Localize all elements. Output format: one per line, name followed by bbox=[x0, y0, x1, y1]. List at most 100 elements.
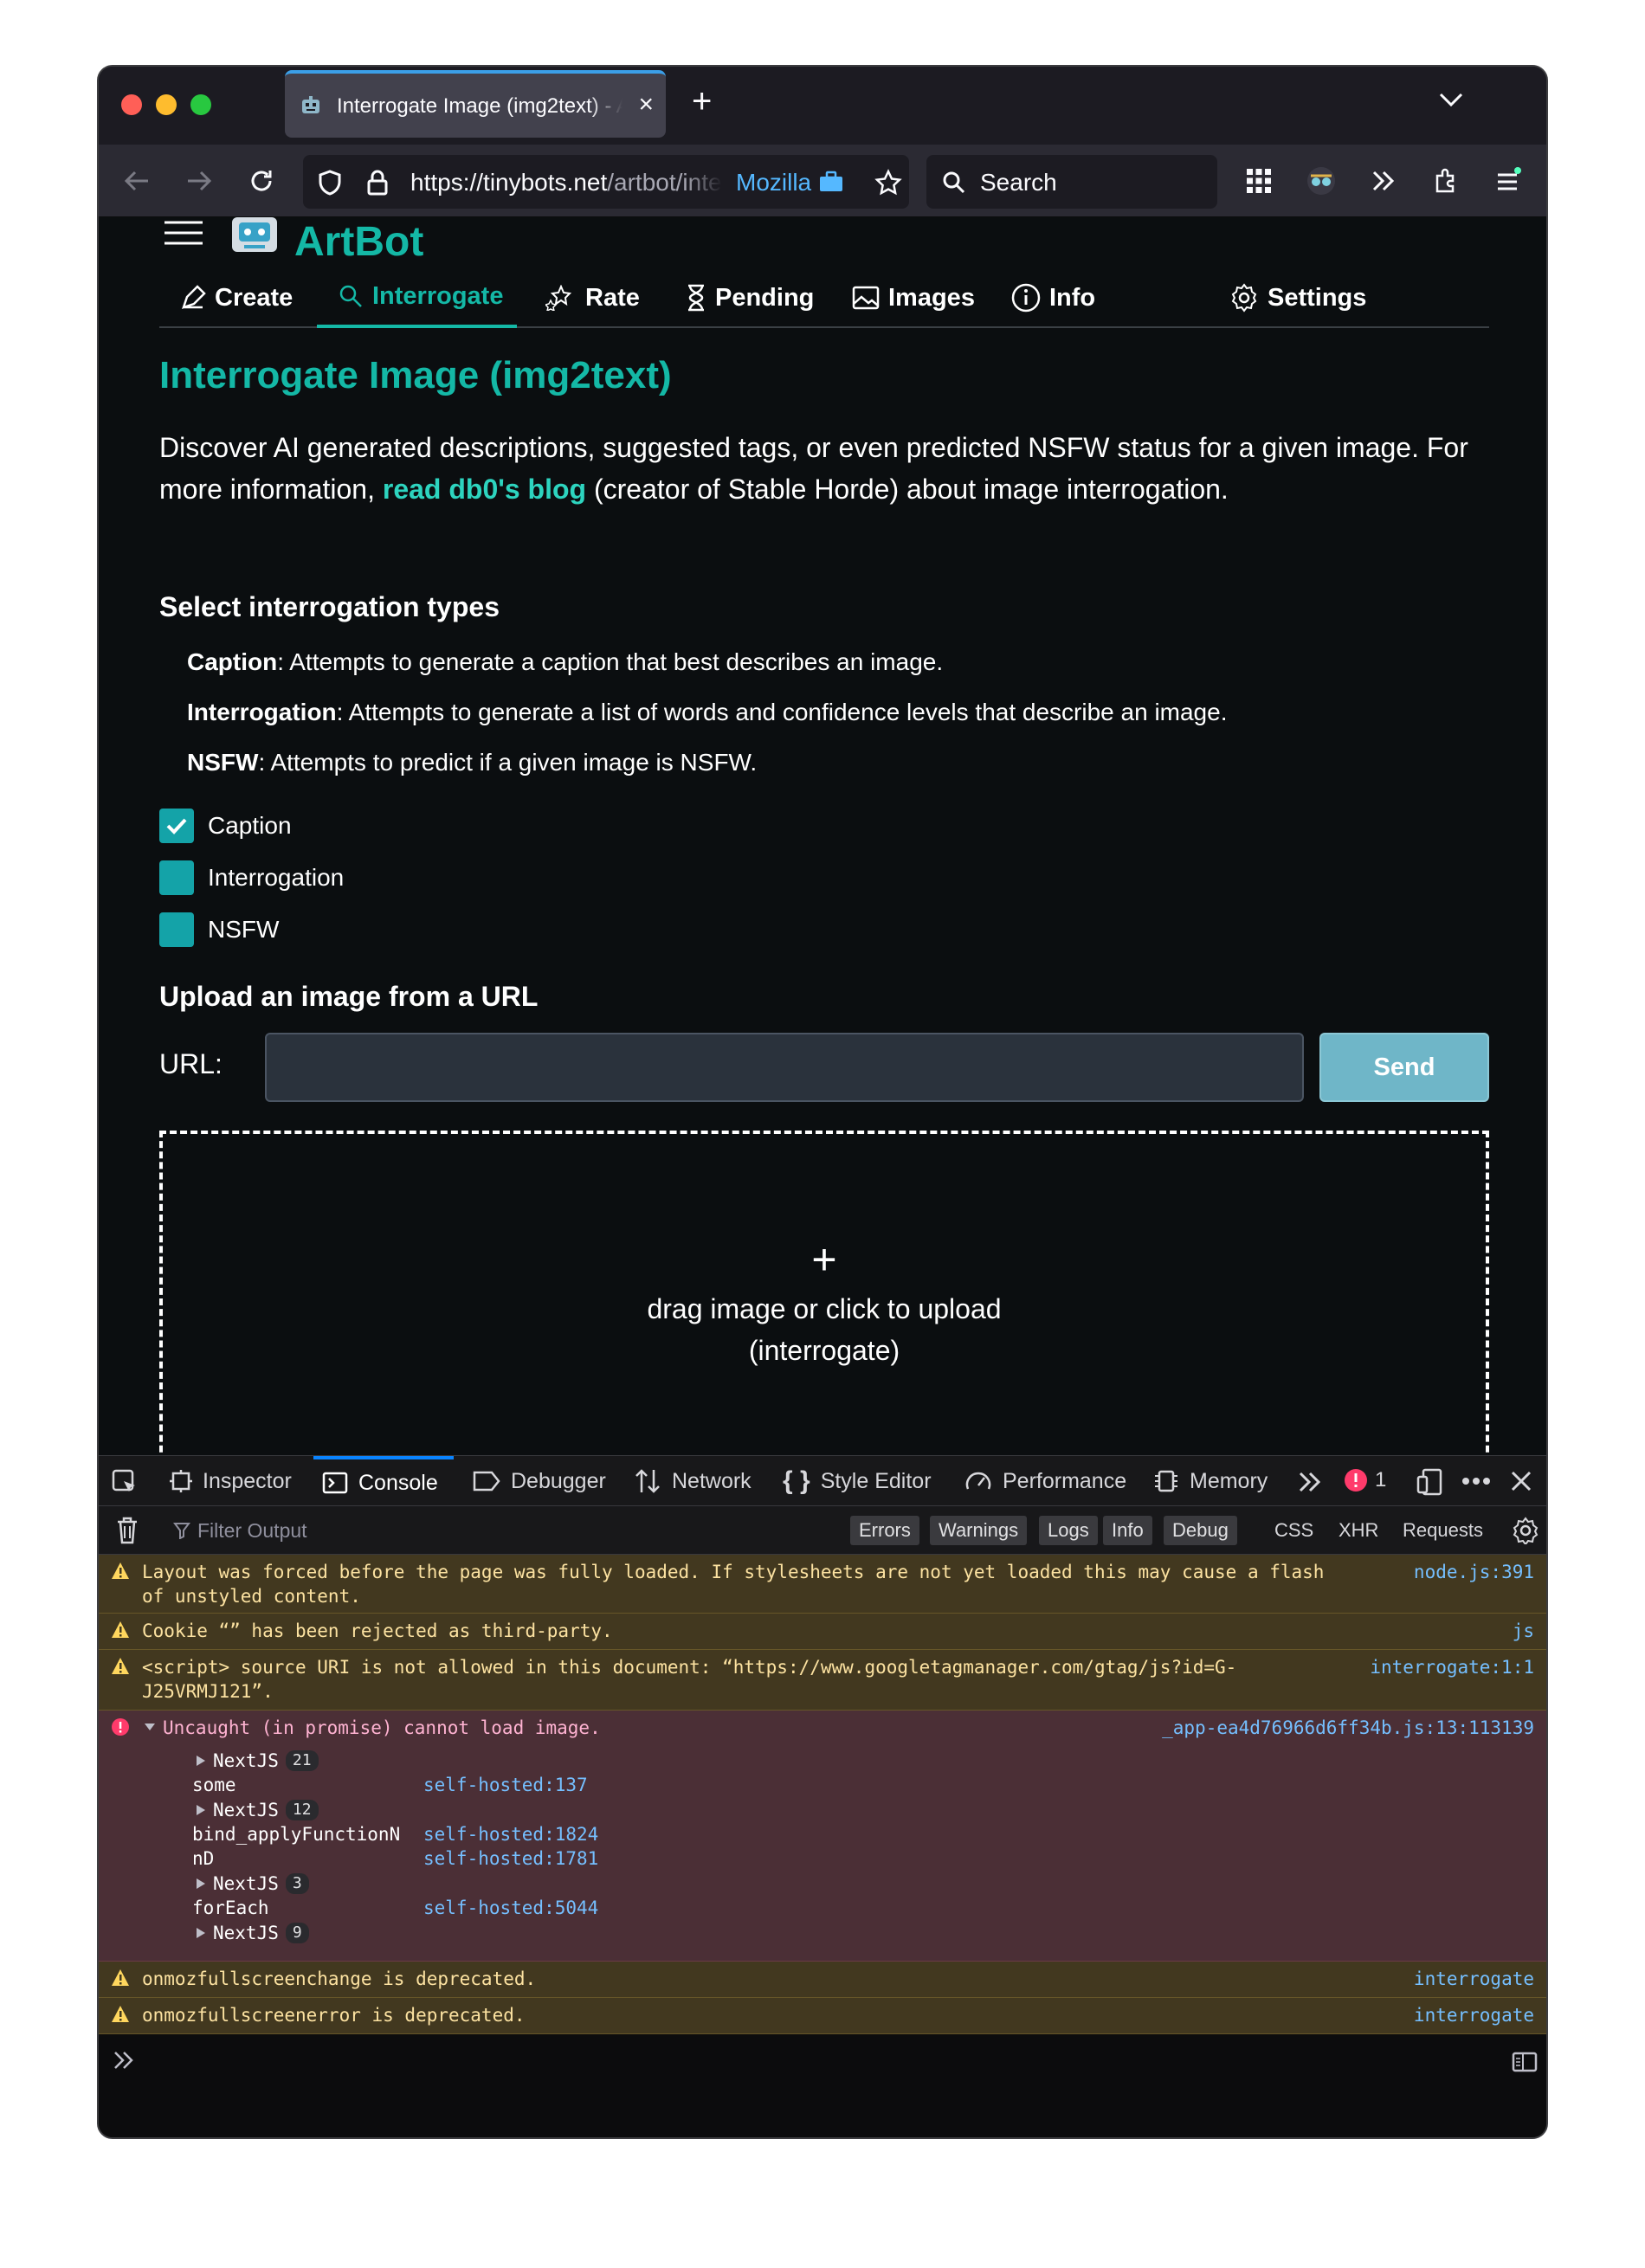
stack-group[interactable]: NextJS 3 bbox=[196, 1872, 309, 1896]
nav-images[interactable]: Images bbox=[852, 267, 975, 328]
nav-pending[interactable]: Pending bbox=[686, 267, 814, 328]
message-source-link[interactable]: interrogate bbox=[1414, 2003, 1534, 2027]
element-picker-icon[interactable] bbox=[111, 1468, 139, 1496]
overflow-menu-button[interactable] bbox=[1366, 164, 1401, 198]
stack-location-link[interactable]: self-hosted:5044 bbox=[423, 1896, 598, 1920]
close-window-button[interactable] bbox=[121, 94, 142, 115]
nav-settings[interactable]: Settings bbox=[1229, 267, 1366, 328]
message-source-link[interactable]: interrogate bbox=[1414, 1967, 1534, 1991]
devtools-tab-debugger[interactable]: Debugger bbox=[473, 1456, 606, 1506]
message-source-link[interactable]: js bbox=[1513, 1619, 1534, 1643]
nav-rate[interactable]: Rate bbox=[545, 267, 640, 328]
nav-create[interactable]: Create bbox=[180, 267, 293, 328]
close-tab-icon[interactable]: × bbox=[638, 87, 654, 122]
minimize-window-button[interactable] bbox=[156, 94, 177, 115]
filter-debug[interactable]: Debug bbox=[1164, 1516, 1237, 1545]
stack-group[interactable]: NextJS 21 bbox=[196, 1749, 319, 1773]
hamburger-menu-icon[interactable] bbox=[164, 219, 203, 247]
stack-location-link[interactable]: self-hosted:137 bbox=[423, 1773, 588, 1797]
stack-group[interactable]: NextJS 12 bbox=[196, 1798, 319, 1822]
error-count-badge[interactable]: 1 bbox=[1344, 1468, 1386, 1492]
back-button[interactable] bbox=[119, 164, 154, 198]
console-prompt-icon[interactable] bbox=[113, 2050, 137, 2071]
extensions-button[interactable] bbox=[1429, 164, 1463, 198]
filter-logs[interactable]: Logs bbox=[1039, 1516, 1098, 1545]
nav-interrogate-label: Interrogate bbox=[372, 281, 504, 310]
blog-link[interactable]: read db0's blog bbox=[383, 474, 586, 505]
brand-name[interactable]: ArtBot bbox=[294, 221, 423, 264]
app-menu-button[interactable] bbox=[1491, 164, 1526, 198]
address-bar[interactable]: https://tinybots.net/artbot/interrogate … bbox=[303, 155, 909, 209]
new-tab-button[interactable]: + bbox=[692, 84, 712, 119]
double-chevron-right-icon[interactable] bbox=[1297, 1470, 1323, 1494]
devtools-tab-performance[interactable]: Performance bbox=[964, 1456, 1126, 1506]
filter-requests[interactable]: Requests bbox=[1403, 1519, 1483, 1542]
devtools-tab-console[interactable]: Console bbox=[313, 1456, 454, 1506]
close-icon[interactable] bbox=[1510, 1470, 1532, 1492]
reload-icon bbox=[251, 171, 272, 191]
checkbox-interrogation-box[interactable] bbox=[159, 860, 194, 895]
checkbox-caption-box[interactable] bbox=[159, 809, 194, 843]
checkmark-icon bbox=[166, 818, 187, 834]
apps-grid-button[interactable] bbox=[1242, 164, 1276, 198]
message-source-link[interactable]: interrogate:1:1 bbox=[1370, 1655, 1534, 1679]
search-box[interactable]: Search bbox=[926, 155, 1217, 209]
nav-interrogate[interactable]: Interrogate bbox=[317, 267, 518, 328]
star-bookmark-icon[interactable] bbox=[874, 169, 902, 197]
search-icon bbox=[339, 285, 362, 307]
robot-logo-icon bbox=[232, 217, 277, 252]
triangle-expanded-icon[interactable] bbox=[144, 1723, 156, 1731]
lock-icon[interactable] bbox=[365, 169, 390, 197]
checkbox-nsfw[interactable]: NSFW bbox=[159, 912, 279, 947]
filter-warnings[interactable]: Warnings bbox=[930, 1516, 1028, 1545]
reload-button[interactable] bbox=[244, 164, 279, 198]
devtools-tab-inspector[interactable]: Inspector bbox=[170, 1456, 292, 1506]
devtools-tab-style-editor[interactable]: { } Style Editor bbox=[783, 1456, 932, 1506]
filter-xhr[interactable]: XHR bbox=[1339, 1519, 1378, 1542]
checkbox-caption[interactable]: Caption bbox=[159, 809, 292, 843]
chevron-down-icon[interactable] bbox=[1437, 89, 1465, 110]
inspector-icon bbox=[170, 1470, 192, 1492]
warning-icon bbox=[112, 1621, 129, 1638]
nav-settings-label: Settings bbox=[1268, 283, 1367, 312]
stack-location-link[interactable]: self-hosted:1781 bbox=[423, 1846, 598, 1871]
send-button[interactable]: Send bbox=[1319, 1033, 1489, 1102]
nav-info[interactable]: Info bbox=[1011, 267, 1095, 328]
editor-mode-icon[interactable] bbox=[1512, 2052, 1538, 2072]
tab-label: Network bbox=[672, 1468, 752, 1493]
devtools-tab-memory[interactable]: Memory bbox=[1153, 1456, 1268, 1506]
definition-interrogation: Interrogation: Attempts to generate a li… bbox=[187, 699, 1227, 726]
triangle-collapsed-icon bbox=[197, 1878, 205, 1889]
zoom-window-button[interactable] bbox=[190, 94, 211, 115]
message-source-link[interactable]: _app-ea4d76966d6ff34b.js:13:113139 bbox=[1162, 1716, 1534, 1740]
stack-group[interactable]: NextJS 9 bbox=[196, 1921, 309, 1945]
message-source-link[interactable]: node.js:391 bbox=[1414, 1560, 1534, 1584]
filter-errors[interactable]: Errors bbox=[850, 1516, 919, 1545]
mozilla-badge[interactable]: Mozilla bbox=[736, 169, 844, 197]
more-options-icon[interactable] bbox=[1461, 1477, 1491, 1485]
url-input[interactable] bbox=[265, 1033, 1304, 1102]
trash-icon[interactable] bbox=[116, 1517, 139, 1544]
checkbox-nsfw-box[interactable] bbox=[159, 912, 194, 947]
filter-info[interactable]: Info bbox=[1103, 1516, 1152, 1545]
account-button[interactable] bbox=[1304, 164, 1339, 198]
responsive-design-icon[interactable] bbox=[1416, 1468, 1444, 1496]
stack-group-count: 21 bbox=[285, 1750, 319, 1771]
checkbox-interrogation[interactable]: Interrogation bbox=[159, 860, 344, 895]
warning-icon bbox=[112, 2006, 129, 2022]
private-mask-icon bbox=[1307, 167, 1335, 195]
url-text[interactable]: https://tinybots.net/artbot/interrogate bbox=[410, 169, 722, 197]
devtools-tab-network[interactable]: Network bbox=[634, 1456, 752, 1506]
shield-icon[interactable] bbox=[317, 169, 343, 197]
stack-location-link[interactable]: self-hosted:1824 bbox=[423, 1822, 598, 1846]
stars-icon bbox=[545, 285, 572, 311]
filter-output-input[interactable]: Filter Output bbox=[197, 1519, 307, 1543]
triangle-collapsed-icon bbox=[197, 1928, 205, 1938]
forward-button[interactable] bbox=[182, 164, 216, 198]
gear-icon[interactable] bbox=[1512, 1517, 1539, 1544]
definition-text: : Attempts to predict if a given image i… bbox=[258, 749, 758, 776]
filter-css[interactable]: CSS bbox=[1274, 1519, 1313, 1542]
checkbox-label: Caption bbox=[208, 812, 292, 839]
image-dropzone[interactable]: + drag image or click to upload (interrog… bbox=[159, 1131, 1489, 1455]
browser-tab[interactable]: Interrogate Image (img2text) - ArtBot × bbox=[285, 70, 666, 138]
